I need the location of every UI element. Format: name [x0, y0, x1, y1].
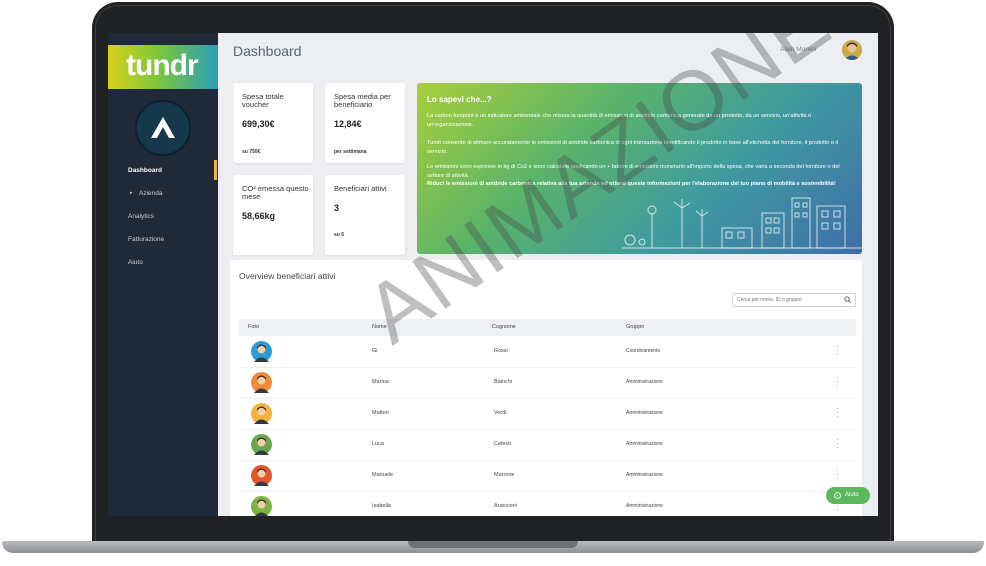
table-row[interactable]: IsabellaArancioniAmministrazione··· — [239, 491, 856, 516]
cell-cognome: Bianchi — [494, 379, 513, 385]
cell-cognome: Arancioni — [494, 503, 517, 509]
search-icon[interactable] — [844, 296, 851, 303]
sidebar-item-label: Fatturazione — [128, 236, 165, 243]
card-value: 699,30€ — [242, 119, 275, 129]
company-logo-icon — [151, 117, 175, 138]
search-box[interactable] — [732, 293, 856, 307]
more-options-icon[interactable]: ··· — [836, 374, 840, 390]
search-input[interactable] — [737, 295, 837, 304]
card-subtext: su 750€ — [242, 149, 261, 155]
more-options-icon[interactable]: ··· — [836, 343, 840, 359]
table-row[interactable]: Luca Celesti Amministrazione · · · — [239, 429, 856, 461]
help-icon — [834, 492, 841, 499]
card-spesa-media: Spesa media per beneficiario 12,84€ per … — [325, 83, 405, 163]
help-button[interactable]: Aiuto — [826, 487, 870, 504]
card-subtext: su 5 — [334, 232, 345, 238]
overview-title: Overview beneficiari attivi — [239, 271, 336, 281]
column-header-foto: Foto — [248, 324, 260, 330]
logo[interactable]: tundr — [108, 45, 218, 89]
sidebar-item-label: Azienda — [139, 190, 163, 197]
card-value: 12,84€ — [334, 119, 362, 129]
card-spesa-totale: Spesa totale voucher 699,30€ su 750€ — [233, 83, 313, 163]
overview-panel: Overview beneficiari attivi Foto Nome Co… — [230, 260, 862, 516]
card-value: 58,66kg — [242, 211, 276, 221]
avatar — [251, 496, 272, 516]
sidebar-item-label: Analytics — [128, 213, 155, 220]
city-illustration-icon — [622, 197, 862, 249]
avatar — [251, 465, 272, 486]
card-beneficiari: Beneficiari attivi 3 su 5 — [325, 175, 405, 255]
person-icon — [254, 406, 269, 424]
cell-gruppo: Coordinamento — [626, 348, 661, 354]
table-row[interactable]: Marina Bianchi Amministrazione · · · — [239, 367, 856, 399]
table-row[interactable]: Manuele Marrone Amministrazione · · · — [239, 460, 856, 492]
card-subtext: per settimana — [334, 149, 367, 155]
cell-nome: Marina — [372, 379, 389, 385]
cell-gruppo: Amministrazione — [626, 410, 663, 416]
logo-text: tundr — [126, 49, 199, 82]
more-options-icon[interactable]: ··· — [836, 405, 840, 421]
cell-nome: Manuele — [372, 472, 394, 478]
avatar — [251, 372, 272, 393]
cell-cognome: Marrone — [494, 472, 515, 478]
card-value: 3 — [334, 203, 340, 213]
chevron-right-icon: ▸ — [130, 190, 133, 196]
laptop-notch — [408, 541, 578, 548]
card-title: CO² emessa questo mese — [242, 184, 309, 201]
cell-cognome: Rossi — [494, 348, 508, 354]
table-header: Foto Nome Cognome Gruppo — [239, 319, 856, 336]
card-title: Spesa totale voucher — [242, 92, 284, 109]
sidebar: tundr Dashboard ▸ Azienda Analytics Fatt… — [108, 33, 218, 516]
card-title: Spesa media per beneficiario — [334, 92, 391, 109]
person-icon — [254, 468, 269, 486]
column-header-gruppo: Gruppo — [626, 324, 645, 330]
card-title: Beneficiari attivi — [334, 184, 387, 193]
more-options-icon[interactable]: ··· — [836, 436, 840, 452]
screen: tundr Dashboard ▸ Azienda Analytics Fatt… — [108, 33, 878, 516]
cell-gruppo: Amministrazione — [626, 441, 663, 447]
person-icon — [254, 437, 269, 455]
page-title: Dashboard — [233, 43, 302, 59]
cell-nome: Isabella — [372, 503, 391, 509]
person-icon — [254, 499, 269, 516]
sidebar-item-label: Dashboard — [128, 167, 162, 174]
column-header-cognome: Cognome — [492, 324, 516, 330]
table-row[interactable]: Gi Rossi Coordinamento · · · — [239, 336, 856, 368]
company-avatar — [135, 100, 191, 156]
cell-nome: Matteo — [372, 410, 389, 416]
cell-cognome: Verdi — [494, 410, 507, 416]
avatar — [251, 403, 272, 424]
avatar — [251, 434, 272, 455]
help-label: Aiuto — [845, 492, 859, 498]
sidebar-item-label: Aiuto — [128, 259, 143, 266]
cell-gruppo: Amministrazione — [626, 379, 663, 385]
avatar — [251, 341, 272, 362]
info-title: Lo sapevi che...? — [427, 95, 492, 104]
more-options-icon[interactable]: ··· — [836, 467, 840, 483]
person-icon — [254, 375, 269, 393]
cell-gruppo: Amministrazione — [626, 503, 663, 509]
cell-cognome: Celesti — [494, 441, 511, 447]
cell-nome: Luca — [372, 441, 384, 447]
card-co2: CO² emessa questo mese 58,66kg — [233, 175, 313, 255]
person-icon — [254, 344, 269, 362]
cell-gruppo: Amministrazione — [626, 472, 663, 478]
cell-nome: Gi — [372, 348, 378, 354]
table-row[interactable]: Matteo Verdi Amministrazione · · · — [239, 398, 856, 430]
